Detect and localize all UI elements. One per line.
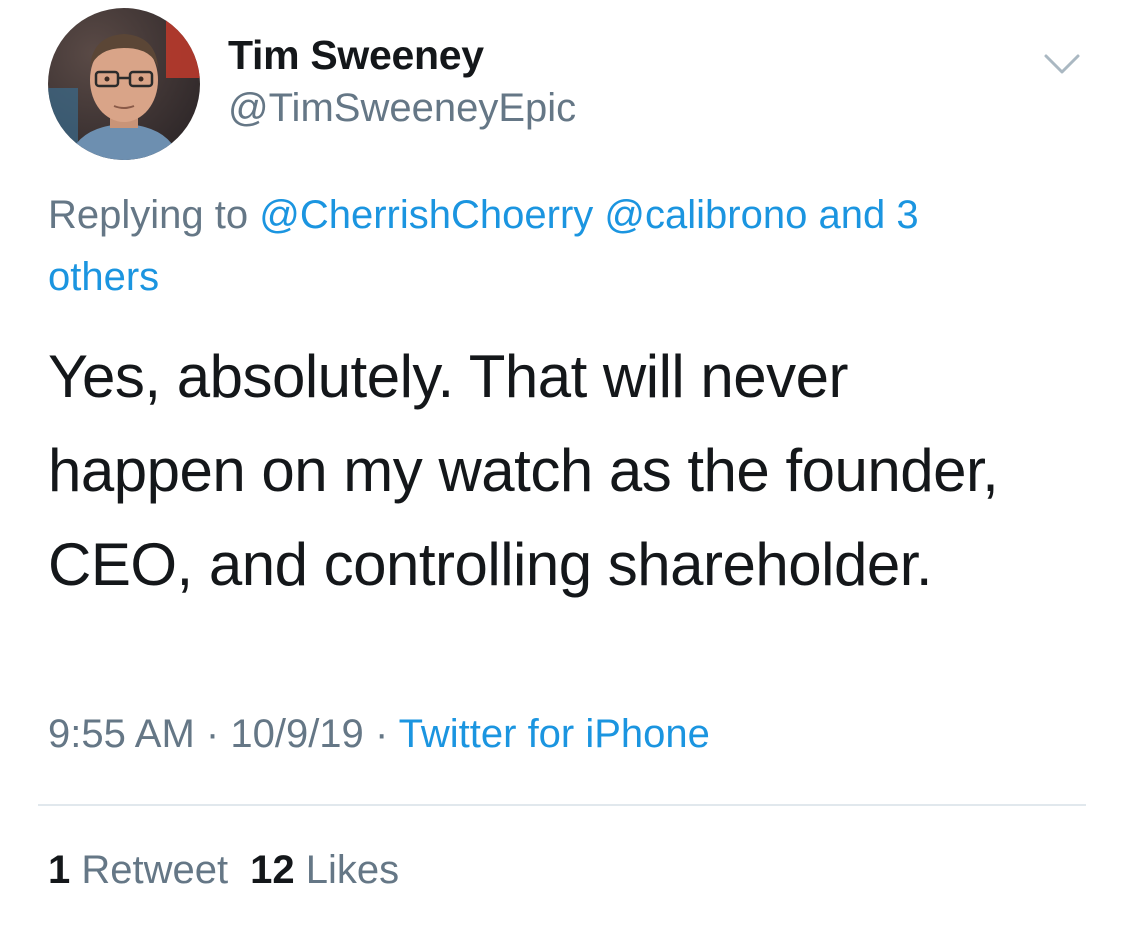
tweet-text-line: CEO, and controlling shareholder. bbox=[48, 531, 933, 598]
tweet-source-link[interactable]: Twitter for iPhone bbox=[399, 712, 710, 756]
tweet-text: Yes, absolutely. That will never happen … bbox=[48, 330, 1088, 612]
mention-link[interactable]: @calibrono bbox=[604, 193, 807, 237]
retweets-stat[interactable]: 1 Retweet bbox=[48, 848, 228, 892]
others-label: others bbox=[48, 255, 160, 299]
mention-link[interactable]: @CherrishChoerry bbox=[259, 193, 593, 237]
tweet-menu-button[interactable] bbox=[1040, 48, 1084, 78]
replying-to: Replying to @CherrishChoerry @calibrono … bbox=[48, 184, 1078, 308]
tweet-date[interactable]: 10/9/19 bbox=[230, 712, 363, 756]
tweet-time[interactable]: 9:55 AM bbox=[48, 712, 195, 756]
others-and: and bbox=[818, 193, 886, 237]
retweets-count: 1 bbox=[48, 848, 71, 892]
retweets-label: Retweet bbox=[81, 848, 229, 892]
tweet-text-line: Yes, absolutely. That will never bbox=[48, 343, 849, 410]
likes-stat[interactable]: 12 Likes bbox=[250, 848, 399, 892]
meta-separator: · bbox=[374, 712, 389, 756]
tweet-meta: 9:55 AM · 10/9/19 · Twitter for iPhone bbox=[48, 712, 710, 757]
avatar[interactable] bbox=[48, 8, 200, 160]
author-handle[interactable]: @TimSweeneyEpic bbox=[228, 86, 576, 131]
profile-photo-icon bbox=[48, 8, 200, 160]
chevron-down-icon bbox=[1044, 54, 1080, 74]
likes-label: Likes bbox=[305, 848, 400, 892]
divider bbox=[38, 804, 1086, 806]
replying-to-label: Replying to bbox=[48, 193, 249, 237]
author-display-name[interactable]: Tim Sweeney bbox=[228, 32, 484, 79]
others-count: 3 bbox=[896, 193, 919, 237]
likes-count: 12 bbox=[250, 848, 295, 892]
meta-separator: · bbox=[205, 712, 220, 756]
tweet-stats: 1 Retweet 12 Likes bbox=[48, 848, 399, 893]
tweet-text-line: happen on my watch as the founder, bbox=[48, 437, 999, 504]
